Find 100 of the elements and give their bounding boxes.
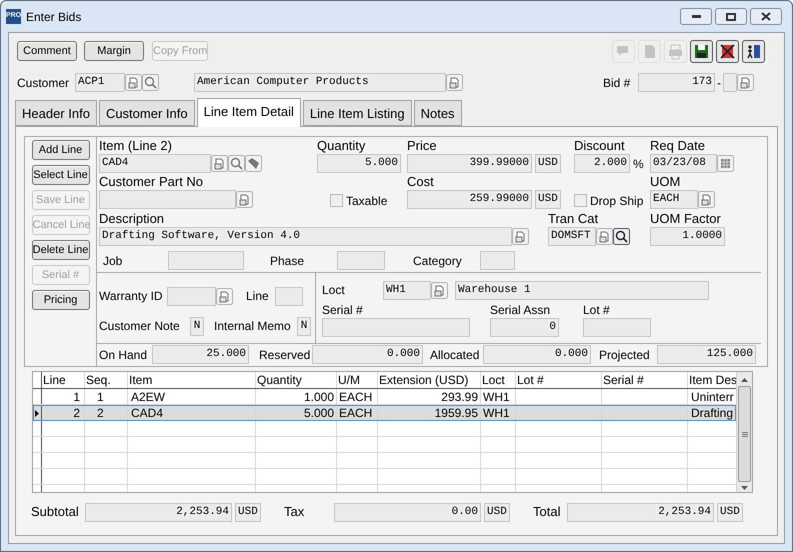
req-date-field[interactable]: 03/23/08 [650,154,717,173]
tab[interactable]: Header Info [15,100,97,126]
tab[interactable]: Line Item Listing [302,100,412,126]
warehouse-field[interactable]: Warehouse 1 [455,280,709,300]
grid-cell: 1959.95 [378,405,481,421]
allocated-field: 0.000 [483,345,591,364]
customer-note-field[interactable]: N [190,316,204,336]
uom-factor-label: UOM Factor [650,211,722,227]
document-icon[interactable] [125,74,142,91]
separator-label: - [717,74,721,92]
column-header[interactable]: Seq. [85,372,128,388]
price-label: Price [407,138,438,154]
document-icon[interactable] [236,191,253,208]
serial-label: Serial # [322,302,364,316]
scroll-thumb[interactable] [738,386,751,482]
uom-label: UOM [650,174,682,190]
customer-code-field[interactable]: ACP1 [75,73,125,92]
toolbar-button[interactable]: Comment [17,41,77,61]
search-icon[interactable] [613,228,630,245]
minimize-icon [692,15,700,18]
tab[interactable]: Line Item Detail [196,98,301,127]
column-header[interactable]: U/M [337,372,378,388]
customer-note-label: Customer Note [99,318,181,336]
scroll-down-icon[interactable] [741,486,748,490]
uom-field[interactable]: EACH [650,190,698,209]
tab[interactable]: Notes [414,100,462,126]
category-label: Category [413,252,463,270]
discount-label: Discount [574,138,626,154]
description-label: Description [99,211,166,227]
tab[interactable]: Customer Info [98,100,195,126]
column-header[interactable]: Line [42,372,85,388]
uom-factor-field[interactable]: 1.0000 [650,227,725,246]
serial-field[interactable] [322,318,470,338]
delete-icon[interactable] [716,40,739,62]
job-field[interactable] [168,251,244,270]
vertical-scrollbar[interactable] [736,372,752,492]
projected-field: 125.000 [657,345,756,364]
document-icon[interactable] [596,228,613,245]
tran-cat-label: Tran Cat [548,211,600,227]
customer-part-field[interactable] [99,190,236,209]
cost-field[interactable]: 259.99000 [407,190,532,209]
location-field[interactable]: WH1 [383,280,431,300]
quantity-field[interactable]: 5.000 [317,154,401,173]
scroll-up-icon[interactable] [741,378,748,382]
grid-cell: A2EW [128,389,256,404]
minimize-button[interactable] [680,8,712,25]
currency-field: USD [717,502,743,522]
line-field[interactable] [275,286,303,306]
internal-memo-field[interactable]: N [297,316,311,336]
customer-name-field[interactable]: American Computer Products [194,73,446,92]
column-header[interactable]: Extension (USD) [378,372,481,388]
lot-field[interactable] [583,318,651,338]
line-button[interactable]: Select Line [32,165,90,185]
category-field[interactable] [480,251,515,270]
column-header[interactable]: Loct [481,372,516,388]
serial-assn-field[interactable]: 0 [490,318,559,338]
document-icon[interactable] [698,191,715,208]
on-hand-field: 25.000 [152,345,249,364]
maximize-button[interactable] [715,8,747,25]
grid-row[interactable]: 2 2 CAD4 5.000 EACH 1959.95 WH1 Drafting [33,405,736,421]
warranty-id-label: Warranty ID [99,288,164,306]
description-field[interactable]: Drafting Software, Version 4.0 [99,227,512,246]
document-icon[interactable] [431,282,448,299]
grid-cell: 2 [42,405,85,421]
currency-field: USD [235,502,261,522]
document-icon[interactable] [216,288,233,305]
tag-icon[interactable] [245,155,262,172]
serial-assn-label: Serial Assn [490,302,552,316]
taxable-checkbox[interactable] [330,194,343,207]
item-field[interactable]: CAD4 [99,154,211,173]
cost-label: Cost [407,174,435,190]
document-icon[interactable] [446,74,463,91]
discount-field[interactable]: 2.000 [574,154,630,173]
window-title: Enter Bids [26,8,82,26]
item-label: Item (Line 2) [99,138,173,154]
phase-field[interactable] [337,251,385,270]
bid-number-field[interactable]: 173 [638,73,715,92]
column-header[interactable]: Serial # [602,372,688,388]
exit-door-icon[interactable] [742,40,765,62]
bid-suffix-field[interactable] [723,73,737,92]
column-header[interactable]: Lot # [516,372,602,388]
document-icon[interactable] [211,155,228,172]
line-button[interactable]: Delete Line [32,240,90,260]
warranty-id-field[interactable] [167,286,216,306]
internal-memo-label: Internal Memo [214,318,292,336]
column-header[interactable]: Quantity [256,372,337,388]
line-button[interactable]: Pricing [32,290,90,310]
document-icon[interactable] [737,74,754,91]
document-icon[interactable] [512,228,529,245]
grid-cell: 293.99 [378,389,481,404]
calendar-icon[interactable] [717,155,734,172]
toolbar-button[interactable]: Margin [84,41,144,61]
phase-label: Phase [270,252,306,270]
column-header[interactable]: Item [128,372,256,388]
line-button[interactable]: Add Line [32,140,90,160]
drop-ship-checkbox[interactable] [574,194,587,207]
close-icon [761,12,771,21]
price-field[interactable]: 399.99000 [407,154,532,173]
tran-cat-field[interactable]: DOMSFT [548,227,596,246]
close-button[interactable] [750,8,782,25]
